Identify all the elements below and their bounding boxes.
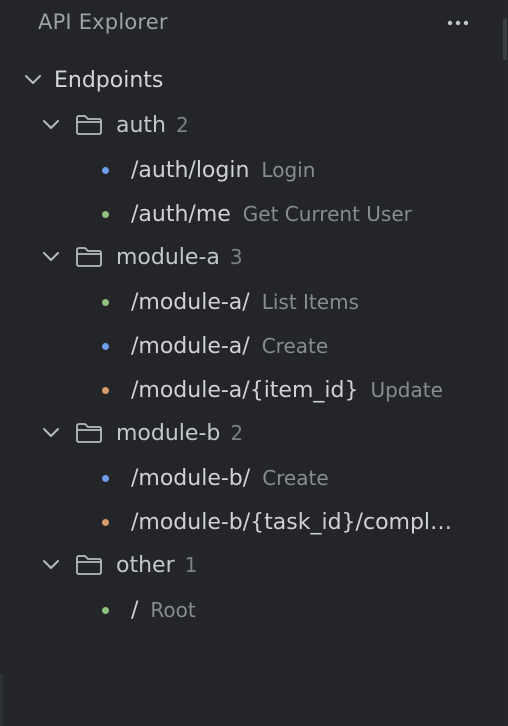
endpoint-item[interactable]: /module-b/{task_id}/compl… [0,504,500,540]
endpoint-description: List Items [261,290,359,314]
endpoint-description: Get Current User [242,202,412,226]
endpoint-description: Update [370,378,443,402]
folder-icon [74,553,104,577]
endpoint-item[interactable]: /auth/login Login [0,152,500,188]
method-dot-icon [102,386,109,394]
endpoint-item[interactable]: /module-a/ List Items [0,284,500,320]
tree-group-other[interactable]: other 1 [40,547,500,583]
endpoint-description: Create [262,466,329,490]
endpoint-item[interactable]: /module-b/ Create [0,460,500,496]
method-dot-icon [102,166,109,174]
tree-group-module-b[interactable]: module-b 2 [40,415,500,451]
panel-title: API Explorer [38,10,168,34]
group-count: 1 [184,553,198,577]
endpoint-item[interactable]: / Root [0,592,500,628]
endpoint-path: /module-a/ [131,289,250,315]
chevron-down-icon[interactable] [40,554,62,576]
more-horizontal-icon [447,20,469,26]
group-label: auth [116,112,166,138]
tree-root-endpoints[interactable]: Endpoints [22,62,500,98]
endpoint-item[interactable]: /module-a/{item_id} Update [0,372,500,408]
endpoint-item[interactable]: /module-a/ Create [0,328,500,364]
folder-icon [74,421,104,445]
chevron-down-icon[interactable] [40,246,62,268]
method-dot-icon [102,606,109,614]
endpoint-path: /module-a/{item_id} [131,377,359,403]
more-options-button[interactable] [446,11,470,35]
group-label: module-b [116,420,221,446]
folder-icon [74,113,104,137]
api-explorer-panel: API Explorer Endpoints auth 2 /auth/logi… [0,0,508,726]
chevron-down-icon[interactable] [40,114,62,136]
method-dot-icon [102,298,109,306]
endpoint-path: /module-b/ [131,465,251,491]
endpoint-path: /auth/me [131,201,231,227]
tree-group-auth[interactable]: auth 2 [40,107,500,143]
endpoint-item[interactable]: /auth/me Get Current User [0,196,500,232]
panel-resize-edge[interactable] [0,674,3,726]
chevron-down-icon[interactable] [22,69,44,91]
group-count: 3 [229,245,243,269]
group-label: module-a [116,244,220,270]
method-dot-icon [102,210,109,218]
scrollbar-thumb[interactable] [503,18,507,60]
chevron-down-icon[interactable] [40,422,62,444]
folder-icon [74,245,104,269]
endpoint-description: Create [261,334,329,358]
endpoint-description: Login [261,158,316,182]
tree-root-label: Endpoints [54,67,164,93]
scrollbar[interactable] [502,0,508,726]
group-label: other [116,552,175,578]
tree-group-module-a[interactable]: module-a 3 [40,239,500,275]
endpoint-path: /module-a/ [131,333,250,359]
endpoint-description: Root [150,598,196,622]
method-dot-icon [102,474,109,482]
method-dot-icon [102,518,109,526]
endpoint-path: / [131,597,139,623]
group-count: 2 [230,421,244,445]
endpoint-path: /auth/login [131,157,250,183]
method-dot-icon [102,342,109,350]
endpoint-path: /module-b/{task_id}/compl… [131,509,453,535]
group-count: 2 [176,113,189,137]
